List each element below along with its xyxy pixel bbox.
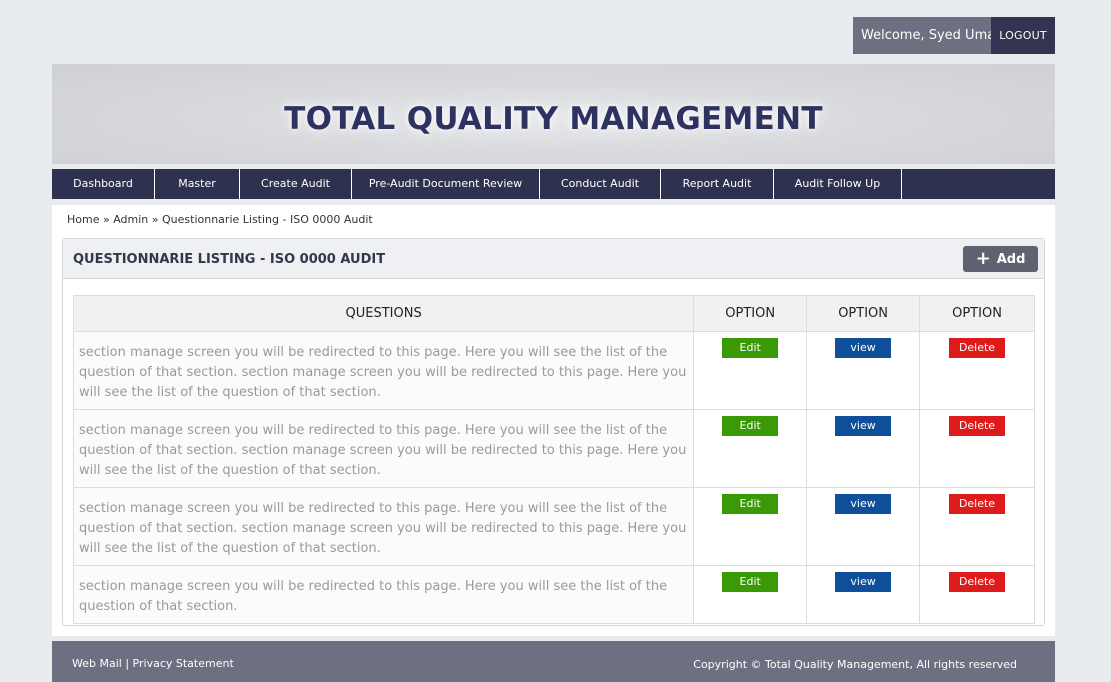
copyright-text: Copyright © Total Quality Management, Al… (693, 658, 1017, 671)
question-text: section manage screen you will be redire… (72, 487, 695, 566)
breadcrumb: Home » Admin » Questionnarie Listing - I… (67, 213, 373, 226)
table-header-row: QUESTIONS OPTION OPTION OPTION (72, 295, 1035, 332)
table-row: section manage screen you will be redire… (72, 487, 1035, 566)
table-row: section manage screen you will be redire… (72, 409, 1035, 488)
column-header-questions: QUESTIONS (72, 295, 695, 332)
breadcrumb-admin[interactable]: Admin (113, 213, 148, 226)
header-banner: TOTAL QUALITY MANAGEMENT (52, 64, 1055, 164)
nav-item-dashboard[interactable]: Dashboard (52, 169, 155, 199)
nav-item-audit-follow-up[interactable]: Audit Follow Up (774, 169, 902, 199)
nav-item-master[interactable]: Master (155, 169, 240, 199)
question-text: section manage screen you will be redire… (72, 565, 695, 624)
edit-button[interactable]: Edit (722, 494, 779, 514)
breadcrumb-current: Questionnarie Listing - ISO 0000 Audit (162, 213, 373, 226)
footer-divider: | (125, 657, 130, 670)
edit-button[interactable]: Edit (722, 572, 779, 592)
breadcrumb-separator: » (102, 213, 110, 226)
view-button[interactable]: view (835, 572, 892, 592)
delete-button[interactable]: Delete (949, 338, 1006, 358)
site-title: TOTAL QUALITY MANAGEMENT (284, 101, 823, 137)
delete-button[interactable]: Delete (949, 416, 1006, 436)
delete-button[interactable]: Delete (949, 572, 1006, 592)
view-button[interactable]: view (835, 338, 892, 358)
nav-item-pre-audit-document-review[interactable]: Pre-Audit Document Review (352, 169, 540, 199)
panel-header: QUESTIONNARIE LISTING - ISO 0000 AUDIT +… (63, 239, 1044, 279)
view-button[interactable]: view (835, 416, 892, 436)
delete-button[interactable]: Delete (949, 494, 1006, 514)
nav-item-report-audit[interactable]: Report Audit (661, 169, 774, 199)
column-header-option: OPTION (693, 295, 808, 332)
privacy-statement-link[interactable]: Privacy Statement (133, 657, 234, 670)
footer: Web Mail | Privacy Statement Copyright ©… (52, 641, 1055, 682)
table-row: section manage screen you will be redire… (72, 331, 1035, 410)
main-nav: Dashboard Master Create Audit Pre-Audit … (52, 169, 1055, 199)
breadcrumb-separator: » (151, 213, 159, 226)
nav-item-conduct-audit[interactable]: Conduct Audit (540, 169, 661, 199)
webmail-link[interactable]: Web Mail (72, 657, 122, 670)
edit-button[interactable]: Edit (722, 416, 779, 436)
table-row: section manage screen you will be redire… (72, 565, 1035, 624)
add-button[interactable]: + Add (963, 246, 1038, 272)
view-button[interactable]: view (835, 494, 892, 514)
user-bar: Welcome, Syed Umar LOGOUT (853, 17, 1055, 54)
question-text: section manage screen you will be redire… (72, 331, 695, 410)
questions-table: QUESTIONS OPTION OPTION OPTION section m… (72, 295, 1035, 624)
column-header-option: OPTION (919, 295, 1035, 332)
welcome-text: Welcome, Syed Umar (853, 17, 991, 54)
edit-button[interactable]: Edit (722, 338, 779, 358)
logout-button[interactable]: LOGOUT (991, 17, 1055, 54)
nav-item-create-audit[interactable]: Create Audit (240, 169, 352, 199)
questionnaire-panel: QUESTIONNARIE LISTING - ISO 0000 AUDIT +… (62, 238, 1045, 626)
add-button-label: Add (996, 251, 1026, 267)
question-text: section manage screen you will be redire… (72, 409, 695, 488)
breadcrumb-home[interactable]: Home (67, 213, 99, 226)
main-content: Home » Admin » Questionnarie Listing - I… (52, 205, 1055, 636)
footer-links: Web Mail | Privacy Statement (72, 657, 234, 670)
panel-title: QUESTIONNARIE LISTING - ISO 0000 AUDIT (73, 252, 386, 267)
column-header-option: OPTION (806, 295, 921, 332)
plus-icon: + (975, 248, 991, 269)
